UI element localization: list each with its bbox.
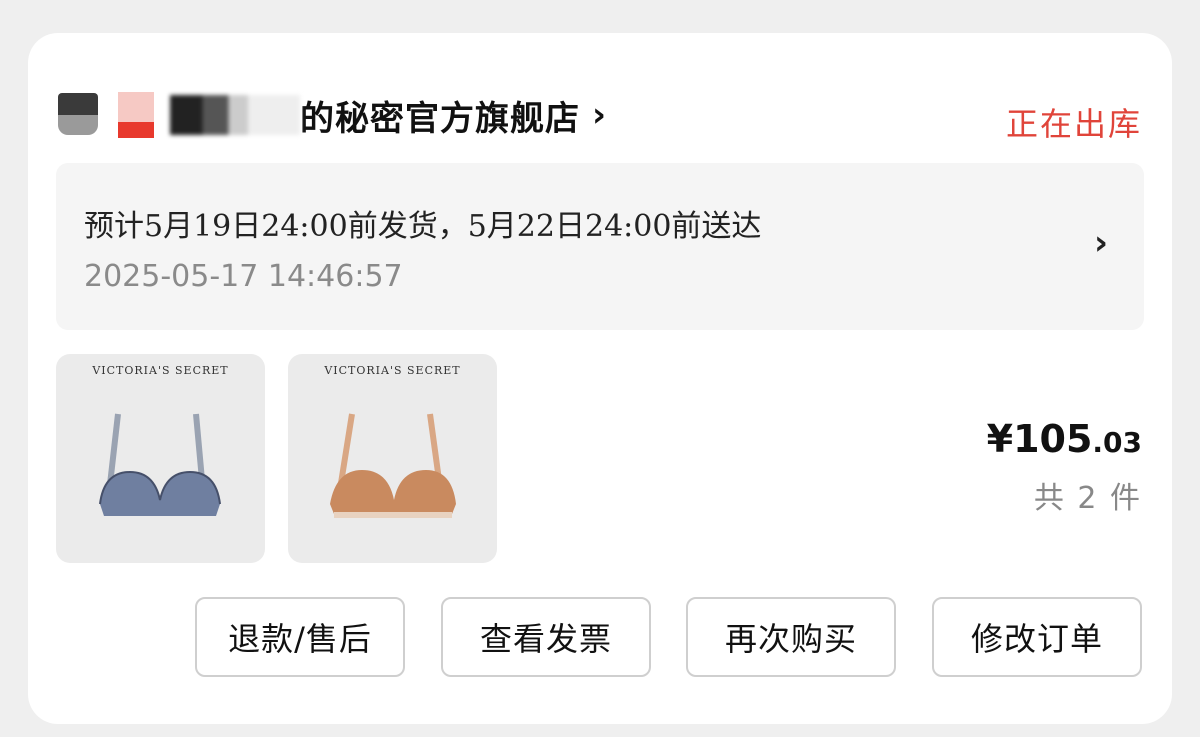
redacted-store-name — [170, 95, 300, 135]
bra-image — [330, 413, 456, 518]
product-thumbnail[interactable]: VICTORIA'S SECRET — [288, 354, 497, 563]
store-logo — [118, 92, 154, 138]
store-icon — [56, 93, 100, 137]
price-main: ¥105 — [986, 417, 1093, 461]
order-timestamp: 2025-05-17 14:46:57 — [84, 259, 403, 294]
store-header[interactable]: 的秘密官方旗舰店 › — [56, 85, 1144, 145]
chevron-right-icon: › — [1093, 223, 1108, 263]
item-count: 共 2 件 — [1033, 481, 1142, 516]
product-thumbnail[interactable]: VICTORIA'S SECRET — [56, 354, 265, 563]
refund-aftersale-button[interactable]: 退款/售后 — [195, 597, 405, 677]
bra-image — [99, 413, 221, 516]
delivery-info[interactable]: 预计5月19日24:00前发货，5月22日24:00前送达 2025-05-17… — [56, 163, 1144, 330]
order-card[interactable]: 的秘密官方旗舰店 › 正在出库 预计5月19日24:00前发货，5月22日24:… — [28, 33, 1172, 724]
product-brand: VICTORIA'S SECRET — [324, 364, 461, 377]
chevron-right-icon[interactable]: › — [592, 95, 606, 135]
delivery-estimate: 预计5月19日24:00前发货，5月22日24:00前送达 — [84, 209, 762, 244]
order-total-price: ¥105.03 — [987, 417, 1142, 461]
price-cents: .03 — [1092, 426, 1142, 459]
modify-order-button[interactable]: 修改订单 — [932, 597, 1142, 677]
view-invoice-button[interactable]: 查看发票 — [441, 597, 651, 677]
store-name[interactable]: 的秘密官方旗舰店 — [300, 91, 580, 140]
product-brand: VICTORIA'S SECRET — [92, 364, 229, 377]
order-status: 正在出库 — [1005, 105, 1142, 143]
buy-again-button[interactable]: 再次购买 — [686, 597, 896, 677]
